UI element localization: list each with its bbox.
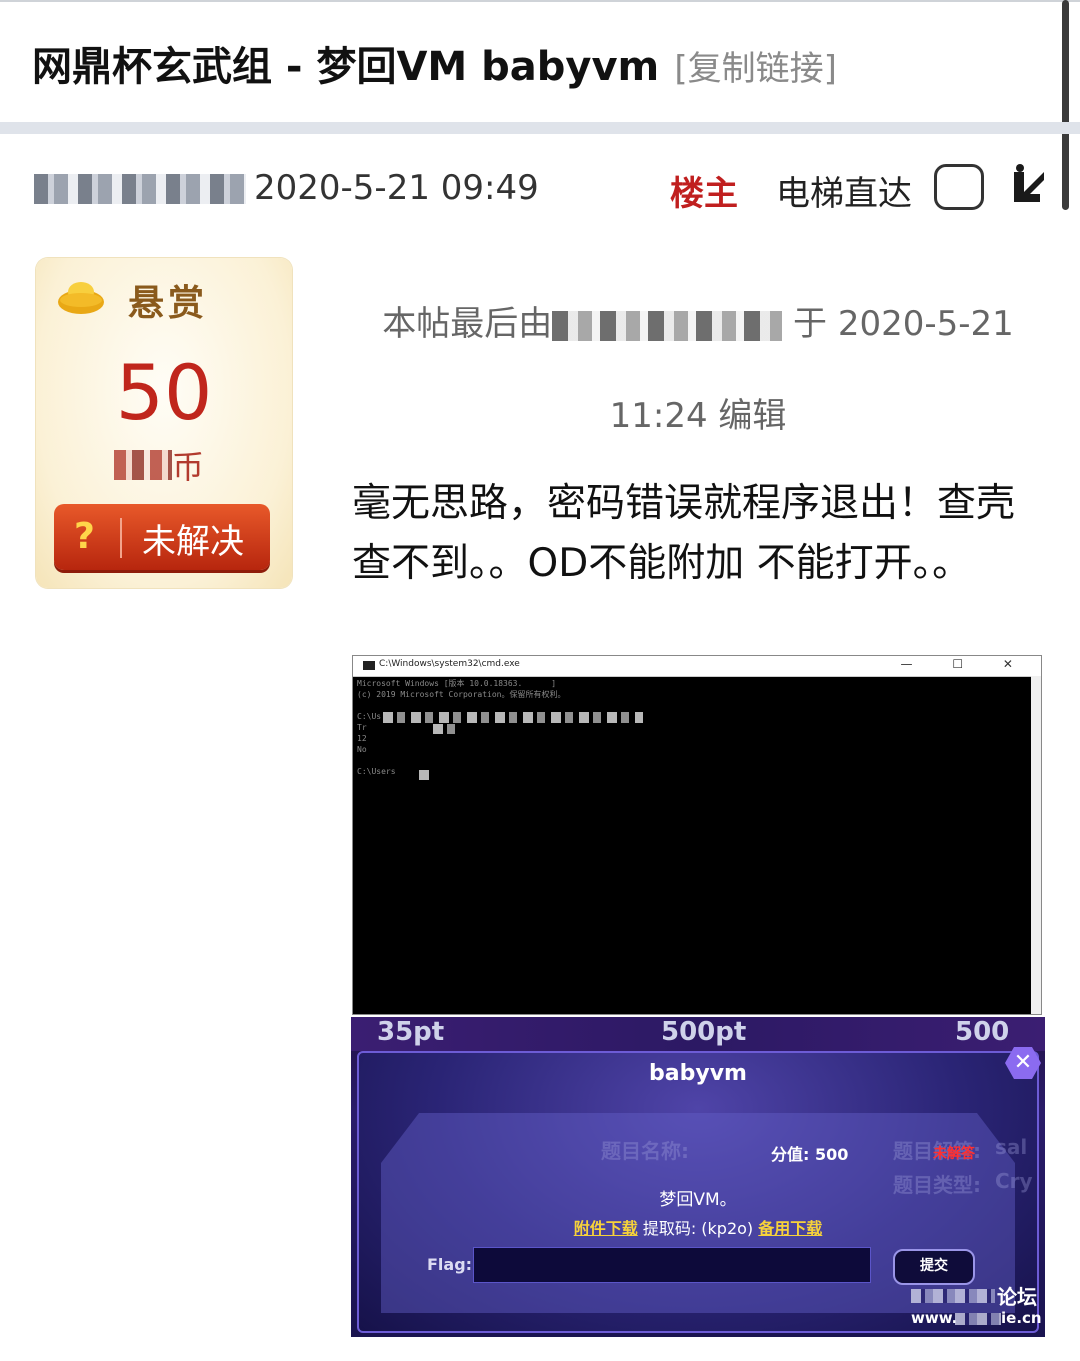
cmd-redacted-3 (419, 770, 433, 780)
attachment-download-link: 附件下载 (573, 1219, 638, 1238)
edit-note-line1: 本帖最后由 于 2020-5-21 (382, 304, 1014, 344)
cmd-title: C:\Windows\system32\cmd.exe (379, 659, 520, 669)
points-500: 500pt (661, 1017, 747, 1047)
watermark-url-head: www. (911, 1309, 958, 1327)
extract-code: 提取码: (kp2o) (642, 1219, 754, 1238)
watermark-redacted-2 (955, 1313, 1001, 1325)
cmd-redacted-2 (433, 724, 457, 734)
cmd-app-icon (363, 661, 375, 670)
floor-jump-input[interactable] (934, 164, 984, 210)
status-label: 未解决 (142, 522, 244, 562)
author-name-redacted[interactable] (34, 174, 246, 204)
page-scrollbar[interactable] (1062, 0, 1069, 210)
reward-currency: 币 (114, 442, 204, 486)
challenge-score: 分值: 500 (771, 1145, 849, 1164)
challenge-links: 附件下载 提取码: (kp2o) 备用下载 (351, 1215, 1045, 1239)
edit-note-line2: 11:24 编辑 (609, 396, 787, 436)
watermark-url-tail: ie.cn (1001, 1309, 1042, 1327)
editor-name-redacted (552, 310, 783, 341)
challenge-title: babyvm (649, 1061, 747, 1086)
watermark-forum: 论坛 (997, 1285, 1037, 1309)
cmd-screenshot: C:\Windows\system32\cmd.exe — ☐ ✕ Micros… (352, 655, 1042, 1015)
cmd-titlebar: C:\Windows\system32\cmd.exe — ☐ ✕ (353, 656, 1041, 677)
op-badge: 楼主 (670, 174, 738, 214)
copy-link-button[interactable]: [复制链接] (674, 41, 837, 90)
gold-ingot-icon (58, 282, 104, 314)
post-body-text: 毫无思路，密码错误就程序退出！查壳查不到。。OD不能附加 不能打开。。 (352, 481, 1016, 586)
reward-card: 悬赏 50 币 ? 未解决 (36, 258, 292, 588)
header-divider (0, 122, 1080, 134)
edit-note: 本帖最后由 于 2020-5-21 11:24 编辑 (352, 278, 1044, 462)
currency-suffix: 币 (172, 448, 205, 486)
reward-label: 悬赏 (128, 282, 209, 324)
ctf-points-strip: 35pt 500pt 500 (351, 1017, 1045, 1051)
ctf-challenge-screenshot: 35pt 500pt 500 ✕ babyvm 题目名称: 题目解答: sal … (351, 1017, 1045, 1337)
challenge-description: 梦回VM。 (659, 1190, 737, 1210)
thread-title: 网鼎杯玄武组 - 梦回VM babyvm (32, 44, 660, 90)
ghost-solves-value: sal (995, 1135, 1028, 1159)
points-500-partial: 500 (955, 1017, 1010, 1047)
cmd-output: Microsoft Windows [版本 10.0.18363. ] (c) … (357, 679, 566, 776)
go-arrow-icon[interactable] (1000, 162, 1050, 212)
top-border (0, 0, 1080, 2)
reward-amount: 50 (115, 348, 213, 437)
unsolved-status-button[interactable]: ? 未解决 (54, 504, 270, 570)
currency-redacted (114, 450, 172, 480)
submit-button: 提交 (893, 1249, 975, 1285)
ghost-name-label: 题目名称: (601, 1139, 689, 1163)
thread-header: 网鼎杯玄武组 - 梦回VM babyvm [复制链接] (32, 34, 837, 92)
window-controls: — ☐ ✕ (900, 657, 1031, 671)
flag-label: Flag: (427, 1255, 473, 1274)
watermark-redacted-1 (911, 1289, 995, 1303)
flag-input (473, 1247, 871, 1283)
question-icon: ? (74, 516, 95, 557)
backup-download-link: 备用下载 (758, 1219, 823, 1238)
points-35: 35pt (377, 1017, 445, 1047)
challenge-status: 未解答 (933, 1146, 975, 1162)
cmd-scrollbar (1031, 676, 1041, 1014)
post-meta: 2020-5-21 09:49 楼主 电梯直达 (34, 164, 1054, 216)
status-separator (120, 518, 122, 558)
elevator-label: 电梯直达 (776, 174, 912, 214)
post-date: 2020-5-21 09:49 (254, 168, 539, 208)
cmd-redacted-1 (383, 712, 643, 723)
